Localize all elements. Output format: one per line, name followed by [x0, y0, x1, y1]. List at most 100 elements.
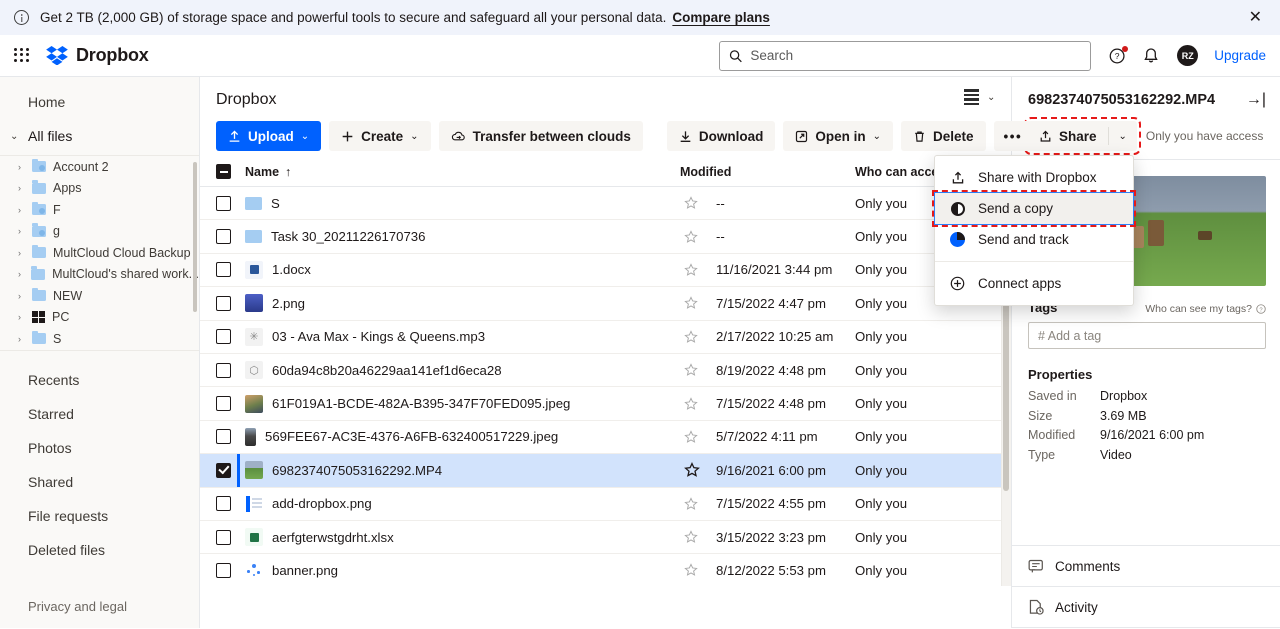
- table-row[interactable]: 1.docx 11/16/2021 3:44 pm Only you: [200, 254, 1011, 287]
- tree-item-multcloud-cloud-backup[interactable]: › MultCloud Cloud Backup: [0, 242, 199, 264]
- add-tag-input[interactable]: [1028, 322, 1266, 349]
- table-row[interactable]: 2.png 7/15/2022 4:47 pm Only you: [200, 287, 1011, 320]
- row-checkbox[interactable]: [216, 296, 231, 311]
- tree-item-pc[interactable]: › PC: [0, 307, 199, 329]
- select-all-checkbox[interactable]: [216, 164, 231, 179]
- column-header-modified[interactable]: Modified: [680, 165, 855, 179]
- star-cell[interactable]: [680, 330, 716, 344]
- table-row[interactable]: 61F019A1-BCDE-482A-B395-347F70FED095.jpe…: [200, 387, 1011, 420]
- star-cell[interactable]: [680, 430, 716, 444]
- tree-item-f[interactable]: › F: [0, 199, 199, 221]
- table-row[interactable]: ⬡ 60da94c8b20a46229aa141ef1d6eca28 8/19/…: [200, 354, 1011, 387]
- chevron-right-icon[interactable]: ›: [18, 334, 25, 344]
- table-row[interactable]: ✳ 03 - Ava Max - Kings & Queens.mp3 2/17…: [200, 321, 1011, 354]
- tree-item-s[interactable]: › S: [0, 328, 199, 350]
- search-box[interactable]: [719, 41, 1091, 71]
- tree-item-account-2[interactable]: › Account 2: [0, 156, 199, 178]
- row-checkbox[interactable]: [216, 429, 231, 444]
- table-row[interactable]: Task 30_20211226170736 -- Only you: [200, 220, 1011, 253]
- sidebar-item-recents[interactable]: Recents: [0, 363, 199, 397]
- bell-icon[interactable]: [1143, 47, 1161, 65]
- sidebar-item-deleted-files[interactable]: Deleted files: [0, 533, 199, 567]
- star-icon[interactable]: [684, 530, 698, 544]
- menu-item-send-and-track[interactable]: Send and track: [935, 224, 1133, 255]
- chevron-right-icon[interactable]: ›: [18, 226, 25, 236]
- privacy-and-legal-link[interactable]: Privacy and legal: [28, 599, 127, 614]
- star-cell[interactable]: [680, 530, 716, 544]
- chevron-right-icon[interactable]: ›: [18, 312, 25, 322]
- menu-item-share-with-dropbox[interactable]: Share with Dropbox: [935, 162, 1133, 193]
- tree-scrollbar[interactable]: [193, 162, 197, 312]
- star-icon[interactable]: [684, 296, 698, 310]
- help-circle-icon[interactable]: ?: [1109, 47, 1127, 65]
- chevron-right-icon[interactable]: ›: [18, 291, 25, 301]
- who-can-see-my-tags-link[interactable]: Who can see my tags? ?: [1145, 303, 1266, 315]
- star-cell[interactable]: [680, 363, 716, 377]
- collapse-panel-icon[interactable]: →|: [1246, 91, 1266, 109]
- tree-item-apps[interactable]: › Apps: [0, 178, 199, 200]
- row-checkbox[interactable]: [216, 563, 231, 578]
- close-icon[interactable]: ✕: [1245, 10, 1266, 26]
- star-icon[interactable]: [684, 363, 698, 377]
- list-view-toggle[interactable]: ⌄: [964, 89, 997, 105]
- star-icon[interactable]: [684, 563, 698, 577]
- star-icon[interactable]: [684, 330, 698, 344]
- star-cell[interactable]: [680, 230, 716, 244]
- column-header-name[interactable]: Name ↑: [245, 165, 680, 179]
- row-checkbox[interactable]: [216, 463, 231, 478]
- dropbox-logo[interactable]: Dropbox: [46, 45, 149, 66]
- star-cell[interactable]: [680, 296, 716, 310]
- table-row[interactable]: 569FEE67-AC3E-4376-A6FB-632400517229.jpe…: [200, 421, 1011, 454]
- menu-item-send-a-copy[interactable]: Send a copy: [935, 193, 1133, 224]
- breadcrumb[interactable]: Dropbox: [200, 77, 1011, 115]
- upload-button[interactable]: Upload ⌄: [216, 121, 321, 151]
- table-row[interactable]: 6982374075053162292.MP4 9/16/2021 6:00 p…: [200, 454, 1011, 487]
- search-input[interactable]: [750, 48, 1081, 63]
- tree-item-new[interactable]: › NEW: [0, 285, 199, 307]
- more-actions-button[interactable]: •••: [994, 121, 1033, 151]
- chevron-right-icon[interactable]: ›: [18, 205, 25, 215]
- create-button[interactable]: Create ⌄: [329, 121, 430, 151]
- row-checkbox[interactable]: [216, 363, 231, 378]
- menu-item-connect-apps[interactable]: Connect apps: [935, 268, 1133, 299]
- tree-item-multclouds-shared-work[interactable]: › MultCloud's shared work...: [0, 264, 199, 286]
- compare-plans-link[interactable]: Compare plans: [672, 10, 770, 25]
- chevron-right-icon[interactable]: ›: [18, 162, 25, 172]
- download-button[interactable]: Download: [667, 121, 776, 151]
- upgrade-link[interactable]: Upgrade: [1214, 48, 1266, 63]
- avatar[interactable]: RZ: [1177, 45, 1198, 66]
- sidebar-item-starred[interactable]: Starred: [0, 397, 199, 431]
- star-icon[interactable]: [684, 462, 700, 478]
- star-cell[interactable]: [680, 263, 716, 277]
- app-grid-icon[interactable]: [14, 48, 30, 64]
- comments-section-toggle[interactable]: Comments: [1012, 546, 1280, 587]
- sidebar-item-file-requests[interactable]: File requests: [0, 499, 199, 533]
- star-cell[interactable]: [680, 196, 716, 210]
- star-icon[interactable]: [684, 397, 698, 411]
- transfer-between-clouds-button[interactable]: Transfer between clouds: [439, 121, 643, 151]
- star-cell[interactable]: [680, 397, 716, 411]
- star-icon[interactable]: [684, 497, 698, 511]
- row-checkbox[interactable]: [216, 496, 231, 511]
- activity-section-toggle[interactable]: Activity: [1012, 587, 1280, 628]
- table-row[interactable]: add-dropbox.png 7/15/2022 4:55 pm Only y…: [200, 488, 1011, 521]
- star-icon[interactable]: [684, 430, 698, 444]
- table-row[interactable]: aerfgterwstgdrht.xlsx 3/15/2022 3:23 pm …: [200, 521, 1011, 554]
- chevron-right-icon[interactable]: ›: [18, 269, 24, 279]
- star-icon[interactable]: [684, 196, 698, 210]
- star-cell[interactable]: [680, 497, 716, 511]
- star-cell[interactable]: [680, 462, 716, 478]
- chevron-right-icon[interactable]: ›: [18, 183, 25, 193]
- table-row[interactable]: S -- Only you: [200, 187, 1011, 220]
- row-checkbox[interactable]: [216, 262, 231, 277]
- star-icon[interactable]: [684, 263, 698, 277]
- table-row[interactable]: banner.png 8/12/2022 5:53 pm Only you: [200, 554, 1011, 586]
- tree-item-g[interactable]: › g: [0, 221, 199, 243]
- chevron-right-icon[interactable]: ›: [18, 248, 25, 258]
- star-icon[interactable]: [684, 230, 698, 244]
- open-in-button[interactable]: Open in ⌄: [783, 121, 893, 151]
- row-checkbox[interactable]: [216, 530, 231, 545]
- row-checkbox[interactable]: [216, 329, 231, 344]
- share-button[interactable]: Share ⌄: [1028, 121, 1137, 151]
- sidebar-item-home[interactable]: Home: [0, 85, 199, 119]
